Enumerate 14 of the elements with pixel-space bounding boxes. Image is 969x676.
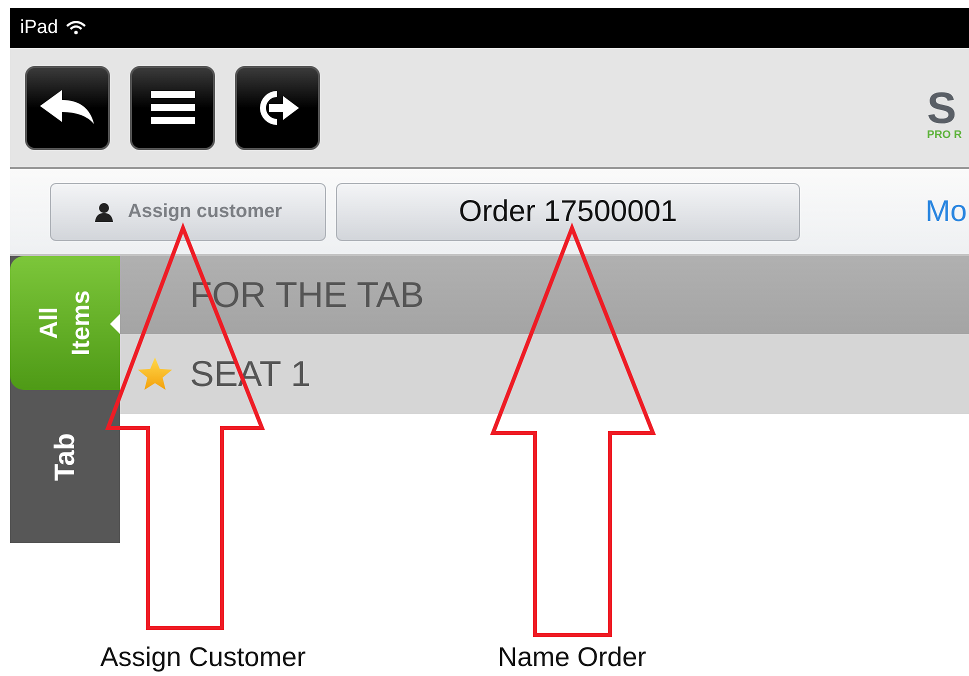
annotation-label: Assign Customer (100, 642, 306, 673)
annotation-label: Name Order (498, 642, 646, 673)
side-tab[interactable]: All Items (10, 256, 120, 390)
menu-button[interactable] (130, 66, 215, 150)
person-icon (94, 202, 114, 222)
logout-button[interactable] (235, 66, 320, 150)
back-button[interactable] (25, 66, 110, 150)
order-name-button[interactable]: Order 17500001 (336, 182, 800, 240)
logo-tagline: PRO R (927, 128, 962, 140)
logo-mark: S (927, 88, 956, 128)
wifi-icon (66, 21, 86, 35)
carrier-label: iPad (20, 17, 58, 39)
assign-customer-button[interactable]: Assign customer (50, 182, 326, 240)
more-link[interactable]: Mo (925, 194, 969, 228)
